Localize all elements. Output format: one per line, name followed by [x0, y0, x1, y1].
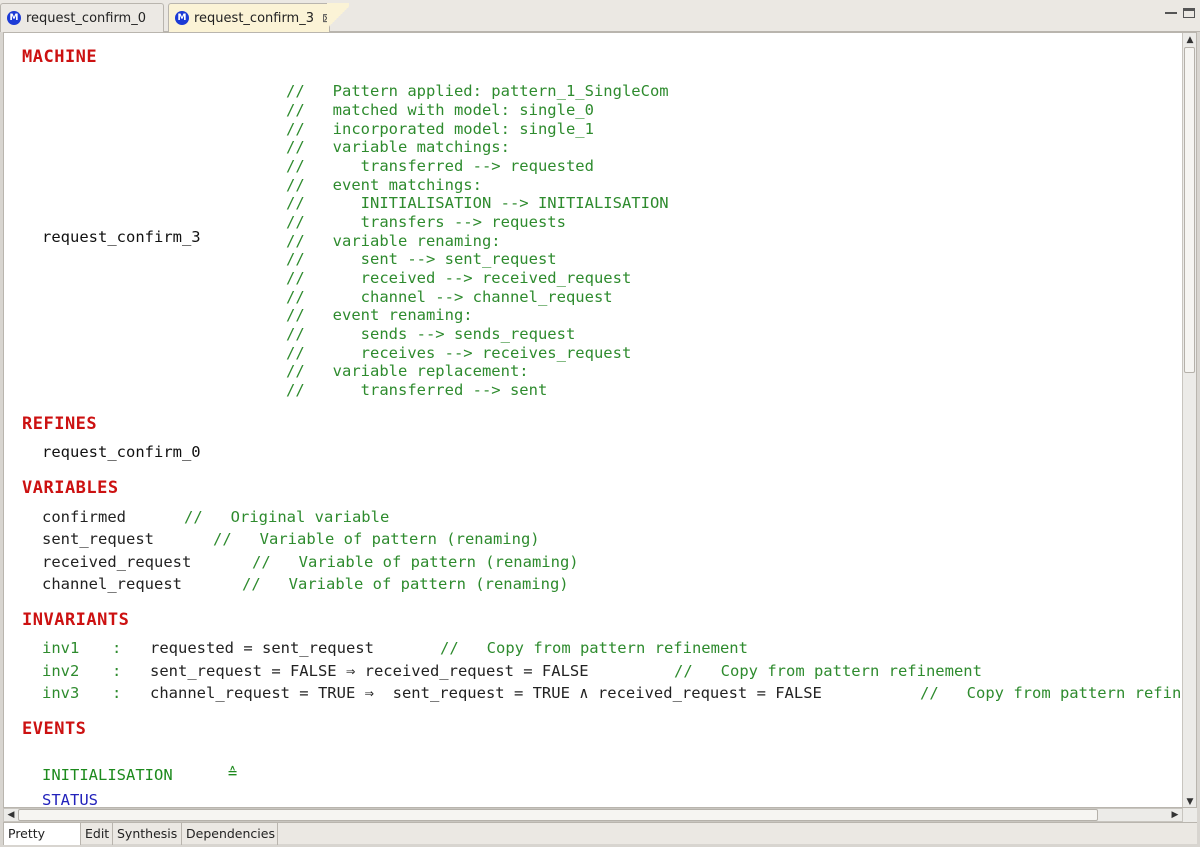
- machine-comment: // receives --> receives_request: [286, 344, 632, 362]
- scrollbar-corner: [1183, 808, 1197, 822]
- tab-synthesis[interactable]: Synthesis: [113, 823, 182, 845]
- machine-icon: M: [7, 11, 21, 25]
- status-keyword: STATUS: [42, 791, 98, 808]
- machine-comment: // Pattern applied: pattern_1_SingleCom: [286, 82, 669, 100]
- invariant-separator: :: [112, 684, 122, 702]
- invariant-comment: // Copy from pattern refinement: [440, 639, 748, 657]
- machine-comment: // transferred --> sent: [286, 381, 548, 399]
- invariant-separator: :: [112, 662, 122, 680]
- machine-comment: // incorporated model: single_1: [286, 120, 594, 138]
- scroll-right-icon[interactable]: ▶: [1168, 809, 1182, 821]
- machine-comment: // variable replacement:: [286, 362, 529, 380]
- refines-name: request_confirm_0: [42, 443, 201, 461]
- tab-label: request_confirm_0: [26, 10, 146, 26]
- invariant-expression: requested = sent_request: [150, 639, 374, 657]
- scroll-up-icon[interactable]: ▲: [1183, 33, 1196, 47]
- tab-edit[interactable]: Edit: [81, 823, 113, 845]
- definition-symbol: ≙: [228, 764, 238, 782]
- machine-comment: // sends --> sends_request: [286, 325, 576, 343]
- variable-row: sent_request // Variable of pattern (ren…: [42, 530, 742, 550]
- variable-comment: // Variable of pattern (renaming): [252, 553, 579, 571]
- variable-name: received_request: [42, 553, 192, 571]
- machine-comment: // sent --> sent_request: [286, 250, 557, 268]
- invariant-label: inv2: [42, 662, 80, 680]
- scroll-left-icon[interactable]: ◀: [4, 809, 18, 821]
- invariant-expression: channel_request = TRUE ⇒ sent_request = …: [150, 684, 822, 702]
- machine-comment: // matched with model: single_0: [286, 101, 594, 119]
- machine-icon: M: [175, 11, 189, 25]
- events-keyword: EVENTS: [22, 719, 87, 739]
- variable-comment: // Original variable: [184, 508, 390, 526]
- minimize-icon[interactable]: [1165, 8, 1177, 14]
- invariant-comment: // Copy from pattern refinement: [674, 662, 982, 680]
- variable-row: confirmed // Original variable: [42, 508, 742, 528]
- machine-keyword: MACHINE: [22, 47, 98, 67]
- tab-request-confirm-3[interactable]: M request_confirm_3 ⊠: [168, 3, 349, 32]
- machine-comment: // transferred --> requested: [286, 157, 594, 175]
- editor-tab-bar: M request_confirm_0 M request_confirm_3 …: [0, 0, 1200, 32]
- tab-label: request_confirm_3: [194, 10, 314, 26]
- maximize-icon[interactable]: [1183, 8, 1195, 18]
- tab-request-confirm-0[interactable]: M request_confirm_0: [0, 3, 164, 32]
- machine-comment: // transfers --> requests: [286, 213, 566, 231]
- variable-comment: // Variable of pattern (renaming): [213, 530, 540, 548]
- invariants-keyword: INVARIANTS: [22, 610, 130, 630]
- machine-comment: // INITIALISATION --> INITIALISATION: [286, 194, 669, 212]
- machine-comment: // variable renaming:: [286, 232, 501, 250]
- close-icon[interactable]: ⊠: [322, 11, 332, 25]
- pretty-print-editor: MACHINE request_confirm_3 // Pattern app…: [3, 32, 1197, 808]
- variable-row: received_request // Variable of pattern …: [42, 553, 742, 573]
- scroll-down-icon[interactable]: ▼: [1183, 795, 1196, 807]
- invariant-label: inv3: [42, 684, 80, 702]
- invariant-expression: sent_request = FALSE ⇒ received_request …: [150, 662, 589, 680]
- editor-page-tabs: Pretty Print Edit Synthesis Dependencies: [3, 822, 1197, 845]
- tab-dependencies[interactable]: Dependencies: [182, 823, 278, 845]
- invariant-separator: :: [112, 639, 122, 657]
- vertical-scrollbar[interactable]: ▲ ▼: [1182, 33, 1196, 807]
- invariant-label: inv1: [42, 639, 80, 657]
- machine-comment: // event renaming:: [286, 306, 473, 324]
- refines-keyword: REFINES: [22, 414, 98, 434]
- variable-name: channel_request: [42, 575, 182, 593]
- machine-comment: // event matchings:: [286, 176, 482, 194]
- invariant-row: inv3 : channel_request = TRUE ⇒ sent_req…: [42, 684, 1182, 704]
- variable-name: confirmed: [42, 508, 126, 526]
- tab-pretty-print[interactable]: Pretty Print: [3, 823, 81, 845]
- invariant-row: inv1 : requested = sent_request // Copy …: [42, 639, 1182, 659]
- editor-content: MACHINE request_confirm_3 // Pattern app…: [4, 33, 1184, 808]
- variable-comment: // Variable of pattern (renaming): [242, 575, 569, 593]
- invariant-comment: // Copy from pattern refinement: [920, 684, 1182, 702]
- machine-comment: // received --> received_request: [286, 269, 632, 287]
- machine-comment: // variable matchings:: [286, 138, 510, 156]
- vertical-scroll-thumb[interactable]: [1184, 47, 1195, 373]
- initialisation-event: INITIALISATION: [42, 766, 173, 784]
- horizontal-scroll-thumb[interactable]: [18, 809, 1098, 821]
- invariant-row: inv2 : sent_request = FALSE ⇒ received_r…: [42, 662, 1182, 682]
- machine-name: request_confirm_3: [42, 228, 201, 246]
- machine-comment: // channel --> channel_request: [286, 288, 613, 306]
- horizontal-scrollbar[interactable]: ◀ ▶: [3, 808, 1183, 822]
- variables-keyword: VARIABLES: [22, 478, 119, 498]
- variable-name: sent_request: [42, 530, 154, 548]
- variable-row: channel_request // Variable of pattern (…: [42, 575, 742, 595]
